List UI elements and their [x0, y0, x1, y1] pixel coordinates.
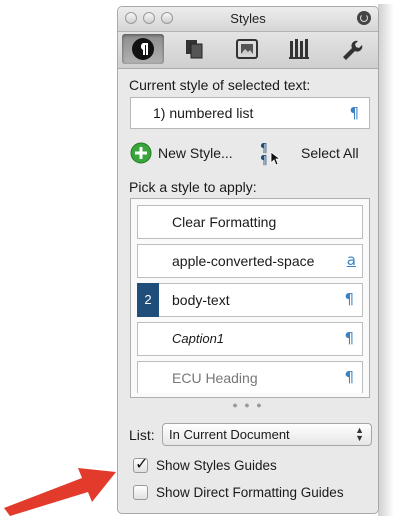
show-styles-guides-label: Show Styles Guides [156, 458, 277, 473]
tab-tools[interactable] [330, 34, 372, 64]
show-direct-formatting-guides-label: Show Direct Formatting Guides [156, 485, 344, 500]
style-name: ECU Heading [172, 370, 258, 386]
copy-documents-icon [186, 40, 203, 59]
character-style-icon: a [346, 251, 356, 269]
svg-text:¶: ¶ [260, 153, 268, 166]
tab-pages[interactable] [174, 34, 216, 64]
list-item-apple-converted-space[interactable]: apple-converted-space a [137, 244, 363, 278]
list-label: List: [129, 427, 155, 443]
paragraph-marker-icon: ¶ [344, 368, 354, 386]
wrench-icon [343, 40, 363, 60]
style-name: Clear Formatting [172, 214, 277, 230]
select-paragraph-icon[interactable]: ¶ ¶ [258, 140, 284, 166]
tab-styles[interactable] [122, 34, 164, 64]
title-bar[interactable]: Styles [118, 7, 378, 32]
select-all-button[interactable]: Select All [301, 145, 359, 161]
list-scope-select[interactable]: In Current Document ▲ ▼ [162, 423, 372, 446]
styles-panel: Styles Current style of selected text: 1… [117, 6, 379, 514]
inspector-toolbar [118, 32, 378, 69]
help-icon[interactable] [357, 11, 371, 25]
image-frame-icon [236, 39, 258, 59]
chevron-up-down-icon: ▲ ▼ [355, 425, 364, 443]
paragraph-styles-icon [132, 38, 154, 60]
list-item-caption1[interactable]: Caption1 ¶ [137, 322, 363, 356]
paragraph-marker-icon: ¶ [344, 290, 354, 308]
style-name: apple-converted-space [172, 253, 315, 269]
list-item-clear-formatting[interactable]: Clear Formatting [137, 205, 363, 239]
show-direct-formatting-guides-checkbox[interactable] [133, 485, 148, 500]
pick-style-label: Pick a style to apply: [129, 179, 257, 195]
style-list: Clear Formatting apple-converted-space a… [130, 198, 370, 398]
red-arrow-annotation [4, 468, 116, 516]
current-style-label: Current style of selected text: [129, 77, 311, 93]
style-name: body-text [172, 292, 230, 308]
resize-handle[interactable]: ● ● ● [118, 400, 378, 410]
checkmark-icon: ✓ [135, 454, 149, 473]
current-style-field: 1) numbered list ¶ [130, 97, 370, 129]
show-styles-guides-checkbox[interactable]: ✓ [133, 454, 148, 473]
list-scope-value: In Current Document [169, 427, 290, 442]
window-title: Styles [230, 11, 266, 26]
style-name: Caption1 [172, 331, 225, 346]
list-item-ecu-heading[interactable]: ECU Heading ¶ [137, 361, 363, 393]
columns-icon [289, 39, 309, 59]
list-item-body-text[interactable]: 2 body-text ¶ [137, 283, 363, 317]
new-style-label: New Style... [158, 145, 233, 161]
usage-count-badge: 2 [137, 283, 159, 317]
tab-columns[interactable] [278, 34, 320, 64]
tab-media[interactable] [226, 34, 268, 64]
new-style-button[interactable]: New Style... [130, 142, 248, 164]
paragraph-marker-icon: ¶ [349, 104, 359, 122]
window-shadow [378, 4, 394, 516]
paragraph-marker-icon: ¶ [344, 329, 354, 347]
add-circle-icon [130, 142, 152, 164]
current-style-value: 1) numbered list [153, 105, 254, 121]
